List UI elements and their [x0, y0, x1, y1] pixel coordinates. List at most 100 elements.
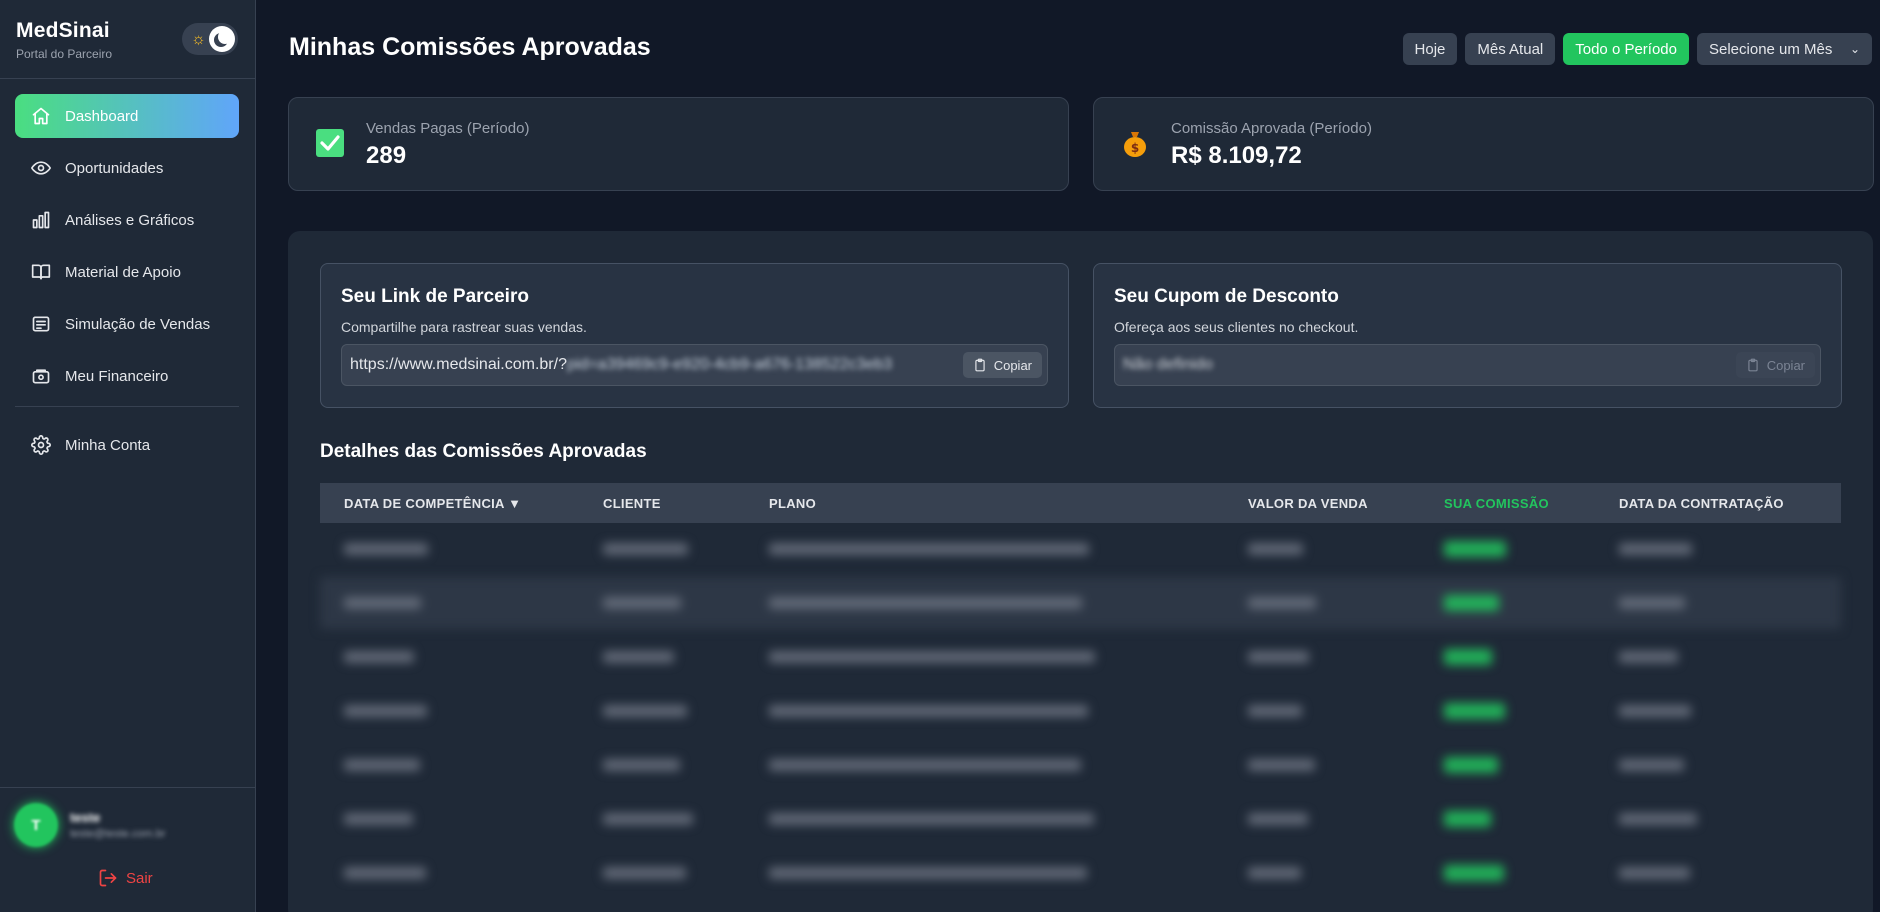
table-cell	[1444, 649, 1492, 665]
filter-today-button[interactable]: Hoje	[1402, 33, 1458, 65]
partner-link-visible: https://www.medsinai.com.br/?	[350, 356, 567, 373]
sidebar-item-minha-conta[interactable]: Minha Conta	[15, 423, 239, 467]
card-title: Seu Cupom de Desconto	[1114, 286, 1339, 307]
table-cell	[603, 597, 681, 609]
table-cell	[1248, 543, 1303, 555]
month-select[interactable]: Selecione um Mês ⌄	[1697, 33, 1872, 65]
column-header-competencia[interactable]: DATA DE COMPETÊNCIA ▼	[344, 496, 521, 511]
table-header: DATA DE COMPETÊNCIA ▼ CLIENTE PLANO VALO…	[320, 483, 1841, 523]
table-cell	[603, 759, 680, 771]
sidebar-item-label: Simulação de Vendas	[65, 315, 211, 333]
sidebar-item-financeiro[interactable]: Meu Financeiro	[15, 354, 239, 398]
table-cell	[1248, 813, 1308, 825]
list-icon	[31, 314, 51, 334]
user-name: teste	[70, 810, 101, 825]
brand-title: MedSinai	[16, 19, 110, 42]
table-row	[320, 793, 1841, 845]
table-cell	[1248, 759, 1315, 771]
period-filters: Hoje Mês Atual Todo o Período Selecione …	[1402, 33, 1872, 65]
table-cell	[344, 543, 428, 555]
table-cell	[769, 597, 1082, 609]
table-row	[320, 523, 1841, 575]
sidebar-item-oportunidades[interactable]: Oportunidades	[15, 146, 239, 190]
table-cell	[1444, 811, 1491, 827]
stat-value: R$ 8.109,72	[1171, 142, 1302, 169]
bar-chart-icon	[31, 210, 51, 230]
commissions-table-title: Detalhes das Comissões Aprovadas	[320, 441, 647, 462]
filter-current-month-button[interactable]: Mês Atual	[1465, 33, 1556, 65]
table-cell	[1248, 705, 1302, 717]
home-icon	[31, 106, 51, 126]
coupon-card: Seu Cupom de Desconto Ofereça aos seus c…	[1093, 263, 1842, 408]
chevron-down-icon: ⌄	[1849, 42, 1860, 56]
table-row	[320, 847, 1841, 899]
logout-icon	[99, 869, 117, 887]
page-title: Minhas Comissões Aprovadas	[289, 33, 651, 61]
copy-link-button[interactable]: Copiar	[962, 352, 1042, 378]
table-row	[320, 739, 1841, 791]
table-cell	[769, 759, 1081, 771]
table-cell	[1444, 865, 1504, 881]
filter-all-period-button[interactable]: Todo o Período	[1563, 33, 1689, 65]
table-cell	[1444, 757, 1498, 773]
copy-label: Copiar	[993, 357, 1032, 373]
brand-subtitle: Portal do Parceiro	[16, 47, 113, 61]
sidebar-item-label: Dashboard	[65, 107, 139, 125]
partner-link-blurred: pid=a39469c9-e920-4cb9-a676-138522c3eb3	[566, 356, 893, 373]
table-cell	[769, 543, 1089, 555]
sidebar-nav: Dashboard Oportunidades Análises e Gráfi…	[15, 94, 239, 406]
table-cell	[603, 705, 687, 717]
user-info: teste teste@teste.com.br	[70, 810, 166, 840]
table-cell	[344, 705, 427, 717]
table-cell	[603, 651, 674, 663]
copy-label: Copiar	[1766, 357, 1805, 373]
table-cell	[344, 759, 420, 771]
eye-icon	[31, 158, 51, 178]
user-profile: T teste teste@teste.com.br	[14, 803, 166, 847]
sidebar-item-analises[interactable]: Análises e Gráficos	[15, 198, 239, 242]
partner-link-card: Seu Link de Parceiro Compartilhe para ra…	[320, 263, 1069, 408]
table-cell	[1248, 597, 1316, 609]
user-email: teste@teste.com.br	[70, 828, 166, 840]
sidebar-account: Minha Conta	[15, 423, 239, 475]
table-cell	[1619, 759, 1684, 771]
copy-coupon-button[interactable]: Copiar	[1735, 352, 1815, 378]
sidebar-item-label: Análises e Gráficos	[65, 211, 195, 229]
table-cell	[1619, 543, 1692, 555]
table-row	[320, 901, 1841, 912]
table-cell	[1248, 651, 1309, 663]
moon-icon	[209, 26, 235, 52]
coupon-field[interactable]: Não definido Copiar	[1114, 344, 1821, 386]
sidebar-item-dashboard[interactable]: Dashboard	[15, 94, 239, 138]
table-cell	[1619, 813, 1697, 825]
table-cell	[1444, 595, 1499, 611]
theme-toggle[interactable]: ☼	[182, 23, 238, 55]
brand: MedSinai Portal do Parceiro	[16, 19, 112, 61]
partner-link-field[interactable]: https://www.medsinai.com.br/?pid=a39469c…	[341, 344, 1048, 386]
sidebar-item-material[interactable]: Material de Apoio	[15, 250, 239, 294]
money-bag-icon: $	[1124, 132, 1146, 157]
column-header-comissao: SUA COMISSÃO	[1444, 495, 1549, 511]
table-cell	[603, 543, 688, 555]
clipboard-icon	[975, 358, 985, 372]
wallet-icon	[31, 366, 51, 386]
sidebar-item-simulacao[interactable]: Simulação de Vendas	[15, 302, 239, 346]
gear-icon	[31, 435, 51, 455]
column-header-valor: VALOR DA VENDA	[1248, 495, 1368, 511]
logout-button[interactable]: Sair	[98, 868, 153, 888]
table-cell	[344, 867, 426, 879]
stat-label: Vendas Pagas (Período)	[366, 120, 530, 137]
partner-link-value: https://www.medsinai.com.br/?pid=a39469c…	[350, 356, 892, 374]
table-body	[320, 523, 1841, 912]
check-square-icon	[316, 129, 344, 157]
column-header-cliente: CLIENTE	[603, 495, 661, 511]
table-cell	[344, 597, 421, 609]
avatar: T	[14, 803, 58, 847]
sidebar-divider	[0, 787, 256, 788]
sidebar-item-label: Meu Financeiro	[65, 367, 169, 385]
table-cell	[344, 813, 413, 825]
column-header-plano: PLANO	[769, 495, 816, 511]
sidebar-item-label: Minha Conta	[65, 436, 151, 454]
table-cell	[1619, 597, 1685, 609]
sidebar-item-label: Material de Apoio	[65, 263, 181, 281]
